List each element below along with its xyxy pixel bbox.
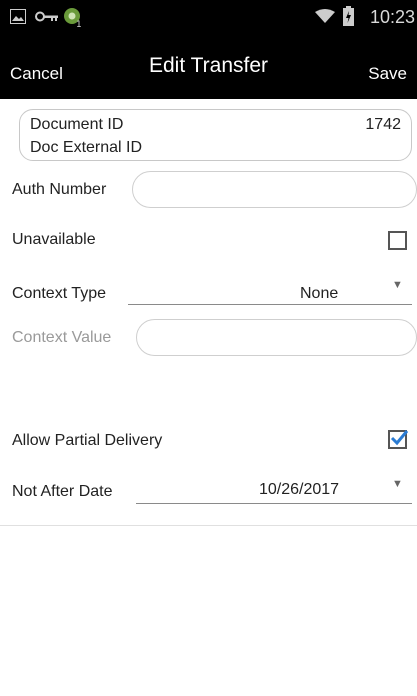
checkmark-icon [390, 430, 409, 446]
unavailable-checkbox[interactable] [388, 231, 407, 250]
auth-number-input[interactable] [132, 171, 417, 208]
battery-icon [343, 6, 354, 31]
android-notification-icon: 1 [63, 6, 83, 33]
allow-partial-delivery-label: Allow Partial Delivery [12, 432, 163, 449]
not-after-date-underline [136, 503, 412, 504]
not-after-date-value: 10/26/2017 [259, 481, 340, 498]
status-time: 10:23 [369, 7, 415, 27]
doc-external-id-label: Doc External ID [30, 139, 143, 156]
not-after-date-label: Not After Date [12, 483, 113, 500]
context-type-underline [128, 304, 412, 305]
svg-text:1: 1 [76, 20, 82, 28]
auth-number-label: Auth Number [12, 181, 107, 198]
form-divider [0, 525, 417, 526]
dropdown-arrow-icon: ▼ [392, 478, 403, 490]
screen: 1 10:23 Cancel Edit Transfer Save Docume… [0, 0, 417, 696]
status-bar: 1 10:23 [0, 0, 417, 34]
save-button[interactable]: Save [368, 64, 407, 84]
document-info-box: Document ID 1742 Doc External ID [19, 109, 412, 161]
document-id-label: Document ID [30, 116, 124, 133]
image-icon [10, 9, 26, 29]
context-type-label: Context Type [12, 285, 106, 302]
context-type-select[interactable]: None ▼ [128, 275, 412, 305]
not-after-date-picker[interactable]: 10/26/2017 ▼ [136, 473, 412, 504]
edit-transfer-form: Document ID 1742 Doc External ID Auth Nu… [0, 99, 417, 696]
context-value-input[interactable] [136, 319, 417, 356]
document-id-value: 1742 [365, 116, 401, 133]
allow-partial-delivery-checkbox[interactable] [388, 430, 409, 449]
wifi-icon [315, 9, 335, 29]
unavailable-label: Unavailable [12, 231, 96, 248]
key-icon [35, 10, 59, 28]
dropdown-arrow-icon: ▼ [392, 279, 403, 291]
page-title: Edit Transfer [148, 54, 269, 77]
context-value-label: Context Value [12, 329, 112, 346]
action-bar: Cancel Edit Transfer Save [0, 34, 417, 99]
context-type-value: None [300, 285, 339, 302]
